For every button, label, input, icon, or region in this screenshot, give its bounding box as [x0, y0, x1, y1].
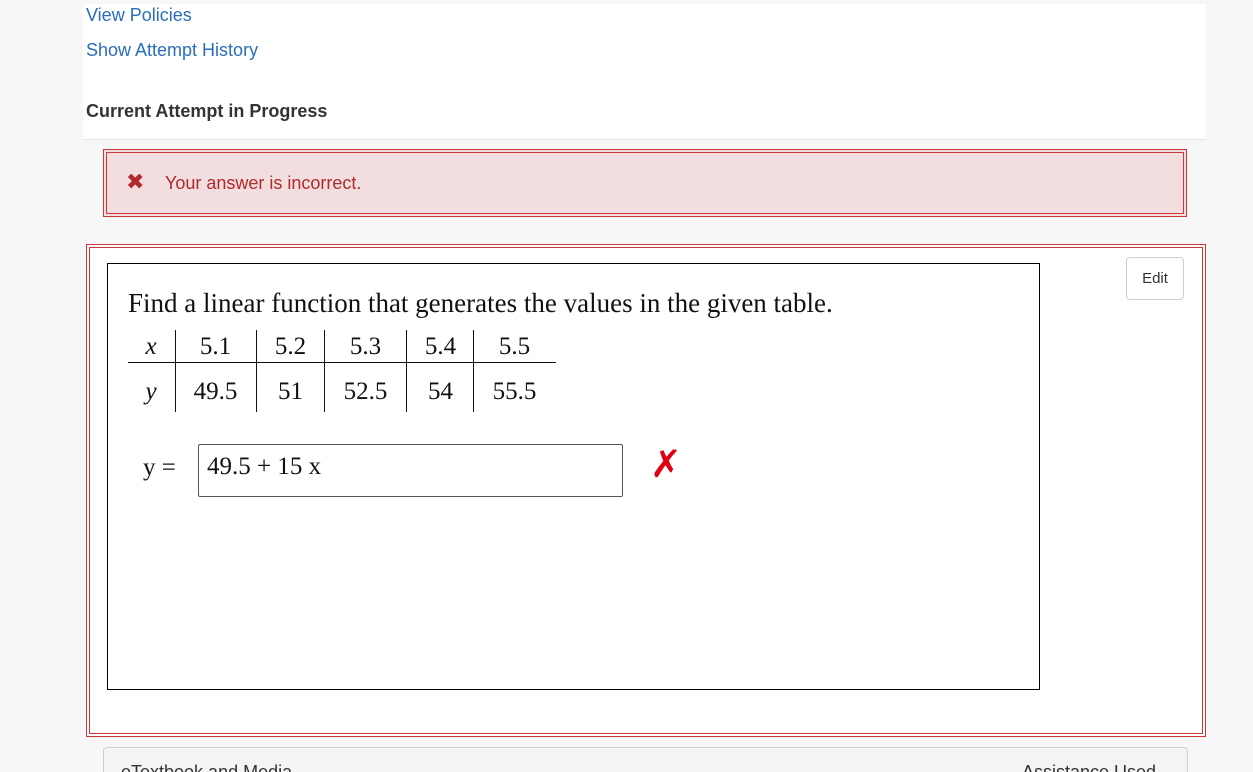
table-cell-y: 49.5: [193, 378, 238, 405]
table-cell-y: 54: [428, 378, 453, 405]
table-cell-x: 5.4: [424, 333, 457, 360]
table-cell-y: 52.5: [343, 378, 388, 405]
table-cell-x: 5.2: [274, 333, 307, 360]
table-cell-x: 5.5: [498, 333, 531, 360]
assistance-used-label: Assistance Used: [1022, 762, 1157, 772]
divider: [83, 139, 1206, 140]
table-cell-y: 51: [278, 378, 303, 405]
table-cell-x: 5.3: [349, 333, 382, 360]
etextbook-media-tab[interactable]: eTextbook and Media: [121, 762, 292, 772]
alert-message: Your answer is incorrect.: [165, 173, 362, 193]
table-column-separator: [324, 330, 325, 412]
table-row-separator: [128, 362, 556, 363]
table-column-separator: [256, 330, 257, 412]
view-policies-link[interactable]: View Policies: [86, 5, 192, 26]
table-column-separator: [175, 330, 176, 412]
answer-input[interactable]: 49.5 + 15 x: [198, 444, 623, 497]
close-icon: ✖: [126, 169, 145, 194]
show-attempt-history-link[interactable]: Show Attempt History: [86, 40, 258, 61]
table-column-separator: [406, 330, 407, 412]
resources-bar: eTextbook and Media Assistance Used: [103, 747, 1188, 772]
incorrect-mark-icon: ✗: [650, 442, 682, 486]
table-column-separator: [473, 330, 474, 412]
table-cell-y: 55.5: [492, 378, 537, 405]
edit-button[interactable]: Edit: [1126, 257, 1184, 300]
table-row-label-x: x: [145, 333, 157, 360]
answer-label: y =: [143, 454, 176, 481]
incorrect-alert: ✖ Your answer is incorrect.: [103, 149, 1187, 217]
attempt-title: Current Attempt in Progress: [86, 101, 328, 121]
answer-value: 49.5 + 15 x: [207, 453, 322, 480]
table-row-label-y: y: [145, 378, 157, 405]
alert-inner-border: ✖ Your answer is incorrect.: [106, 152, 1184, 214]
page: View Policies Show Attempt History Curre…: [0, 0, 1253, 772]
problem-prompt: Find a linear function that generates th…: [128, 288, 833, 318]
table-cell-x: 5.1: [199, 333, 232, 360]
